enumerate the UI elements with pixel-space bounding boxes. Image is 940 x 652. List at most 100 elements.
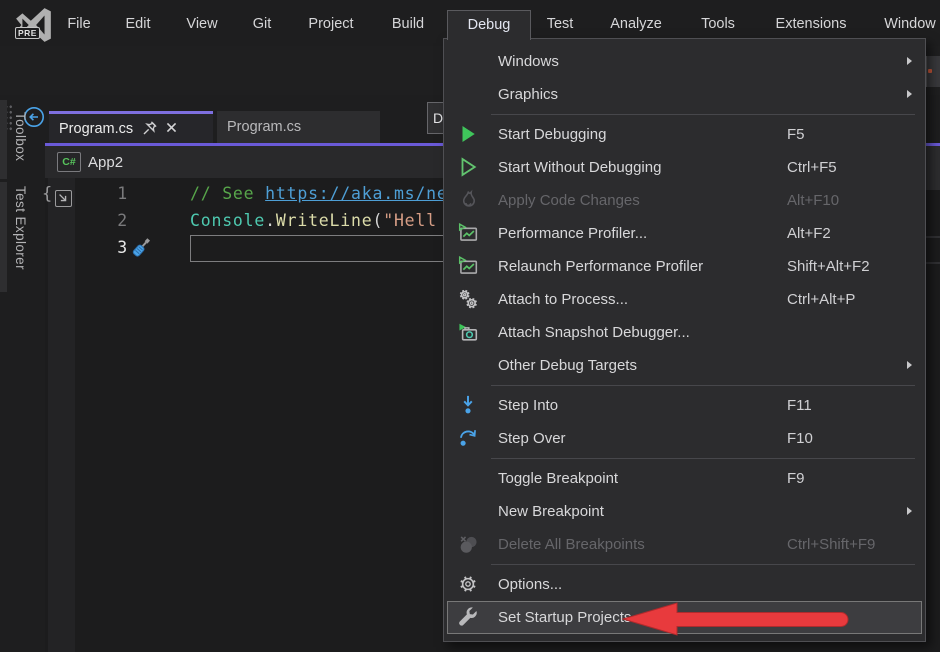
menu-item-toggle-breakpoint[interactable]: Toggle Breakpoint F9 [444, 462, 925, 495]
menu-separator [444, 111, 925, 118]
menu-item-label: Performance Profiler... [498, 225, 647, 242]
profiler-icon [457, 255, 479, 277]
side-tab-strip [0, 100, 7, 179]
menubar-item-project[interactable]: Project [298, 10, 363, 38]
side-tab-test-explorer[interactable]: Test Explorer [13, 186, 28, 270]
menu-item-attach-snapshot-debugger[interactable]: Attach Snapshot Debugger... [444, 316, 925, 349]
menu-separator [444, 455, 925, 462]
menubar-item-test[interactable]: Test [537, 10, 584, 38]
wrench-icon [457, 606, 479, 628]
submenu-arrow-icon [907, 57, 912, 65]
camera-icon [457, 321, 479, 343]
menu-item-label: Delete All Breakpoints [498, 536, 645, 553]
code-token: Console [190, 211, 265, 230]
menu-item-windows[interactable]: Windows [444, 45, 925, 78]
menu-item-start-without-debugging[interactable]: Start Without Debugging Ctrl+F5 [444, 151, 925, 184]
menu-shortcut: F5 [787, 126, 805, 143]
menubar-item-debug-open[interactable]: Debug [447, 10, 531, 40]
code-text: Console.WriteLine("Hell [190, 207, 437, 234]
submenu-arrow-icon [907, 90, 912, 98]
side-tab-strip [0, 182, 7, 292]
menu-shortcut: Alt+F2 [787, 225, 831, 242]
document-tab-program-cs[interactable]: Program.cs [49, 111, 213, 143]
menubar-item-file[interactable]: File [57, 10, 100, 38]
menubar-item-analyze[interactable]: Analyze [600, 10, 672, 38]
play-outline-icon [457, 156, 479, 178]
menu-item-label: Step Over [498, 430, 566, 447]
menu-item-label: Other Debug Targets [498, 357, 637, 374]
line-number: 1 [88, 180, 128, 207]
menu-shortcut: Shift+Alt+F2 [787, 258, 870, 275]
quick-actions-screwdriver-icon[interactable] [128, 235, 154, 261]
menu-item-label: Windows [498, 53, 559, 70]
menu-item-label: Step Into [498, 397, 558, 414]
menu-item-apply-code-changes: Apply Code ChangesAlt+F10 [444, 184, 925, 217]
menu-item-graphics[interactable]: Graphics [444, 78, 925, 111]
play-filled-icon [457, 123, 479, 145]
breadcrumb: C# App2 [45, 146, 443, 179]
menu-shortcut: Ctrl+F5 [787, 159, 837, 176]
preview-badge: PRE [15, 27, 40, 39]
csharp-project-icon: C# [57, 152, 81, 172]
right-toolbar-dot [928, 69, 932, 73]
menu-item-attach-to-process[interactable]: Attach to Process... Ctrl+Alt+P [444, 283, 925, 316]
menu-item-label: Attach Snapshot Debugger... [498, 324, 690, 341]
code-token: ( [372, 211, 383, 230]
visual-studio-window: PRE FileEditViewGitProjectBuildDebugTest… [0, 0, 940, 652]
code-text: // See https://aka.ms/ne [190, 180, 448, 207]
menubar-item-extensions[interactable]: Extensions [766, 10, 857, 38]
side-tab-toolbox[interactable]: Toolbox [13, 112, 28, 161]
menubar-item-git[interactable]: Git [243, 10, 282, 38]
menu-separator [444, 561, 925, 568]
flame-icon [457, 189, 479, 211]
step-over-icon [457, 427, 479, 449]
right-seam-2 [926, 262, 940, 264]
menu-item-relaunch-performance-profiler[interactable]: Relaunch Performance Profiler Shift+Alt+F… [444, 250, 925, 283]
menu-shortcut: Alt+F10 [787, 192, 839, 209]
code-token: "Hell [383, 211, 437, 230]
menu-shortcut: Ctrl+Shift+F9 [787, 536, 875, 553]
breadcrumb-project-dropdown[interactable]: App2 [88, 154, 123, 171]
profiler-icon [457, 222, 479, 244]
menu-item-label: Options... [498, 576, 562, 593]
menubar-item-edit[interactable]: Edit [116, 10, 161, 38]
code-token: . [265, 211, 276, 230]
menu-item-step-into[interactable]: Step Into F11 [444, 389, 925, 422]
menu-item-options[interactable]: Options... [444, 568, 925, 601]
menu-item-label: Start Debugging [498, 126, 606, 143]
menu-shortcut: F10 [787, 430, 813, 447]
submenu-arrow-icon [907, 361, 912, 369]
options-gear-icon [457, 573, 479, 595]
delete-breakpoints-icon [457, 533, 479, 555]
menu-shortcut: Ctrl+Alt+P [787, 291, 855, 308]
document-tab-program-cs-2[interactable]: Program.cs [217, 111, 380, 143]
menubar-item-window[interactable]: Window [874, 10, 940, 38]
menu-item-start-debugging[interactable]: Start Debugging F5 [444, 118, 925, 151]
menu-item-other-debug-targets[interactable]: Other Debug Targets [444, 349, 925, 382]
menubar-item-build[interactable]: Build [382, 10, 434, 38]
tab-label: Program.cs [217, 119, 309, 135]
close-icon[interactable] [164, 120, 181, 137]
menu-item-label: Graphics [498, 86, 558, 103]
menubar-item-view[interactable]: View [176, 10, 227, 38]
menu-shortcut: F11 [787, 397, 812, 414]
debug-menu-dropdown: Windows Graphics Start Debugging F5 Start Wi… [443, 38, 926, 642]
line-number: 2 [88, 207, 128, 234]
menubar-item-tools[interactable]: Tools [691, 10, 745, 38]
menu-item-new-breakpoint[interactable]: New Breakpoint [444, 495, 925, 528]
submenu-arrow-icon [907, 507, 912, 515]
menu-item-label: Relaunch Performance Profiler [498, 258, 703, 275]
pin-icon[interactable] [141, 120, 158, 137]
menu-item-label: Start Without Debugging [498, 159, 661, 176]
menu-item-performance-profiler[interactable]: Performance Profiler... Alt+F2 [444, 217, 925, 250]
menu-item-label: Attach to Process... [498, 291, 628, 308]
menu-item-step-over[interactable]: Step Over F10 [444, 422, 925, 455]
line-number: 3 [88, 234, 128, 261]
code-link[interactable]: https://aka.ms/ne [265, 184, 447, 203]
menu-shortcut: F9 [787, 470, 805, 487]
menu-item-label: New Breakpoint [498, 503, 604, 520]
menu-item-label: Toggle Breakpoint [498, 470, 618, 487]
code-token: WriteLine [276, 211, 373, 230]
code-selection-box [190, 235, 444, 262]
gears-icon [457, 288, 479, 310]
